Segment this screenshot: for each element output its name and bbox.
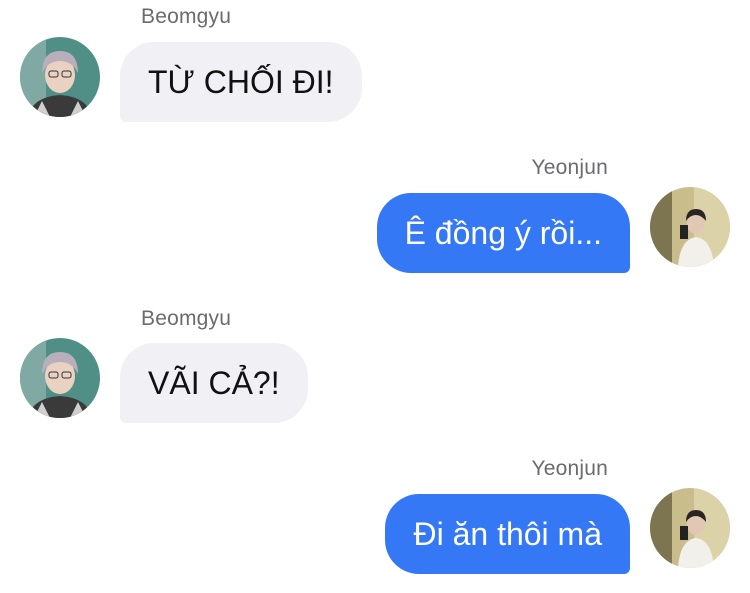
- message-text: TỪ CHỐI ĐI!: [148, 63, 334, 100]
- sender-name: Yeonjun: [531, 156, 608, 179]
- yeonjun-avatar[interactable]: [650, 488, 730, 568]
- message-bubble-incoming[interactable]: VÃI CẢ?!: [120, 343, 308, 423]
- sender-name: Yeonjun: [531, 457, 608, 480]
- message-text: VÃI CẢ?!: [148, 364, 280, 401]
- message-bubble-outgoing[interactable]: Đi ăn thôi mà: [385, 494, 630, 574]
- message-bubble-outgoing[interactable]: Ê đồng ý rồi...: [376, 193, 630, 273]
- beomgyu-avatar[interactable]: [20, 37, 100, 117]
- yeonjun-avatar[interactable]: [650, 187, 730, 267]
- beomgyu-avatar[interactable]: [20, 338, 100, 418]
- message-text: Ê đồng ý rồi...: [404, 214, 602, 251]
- sender-name: Beomgyu: [141, 307, 232, 330]
- message-bubble-incoming[interactable]: TỪ CHỐI ĐI!: [120, 42, 362, 122]
- message-text: Đi ăn thôi mà: [413, 515, 602, 552]
- sender-name: Beomgyu: [141, 5, 232, 28]
